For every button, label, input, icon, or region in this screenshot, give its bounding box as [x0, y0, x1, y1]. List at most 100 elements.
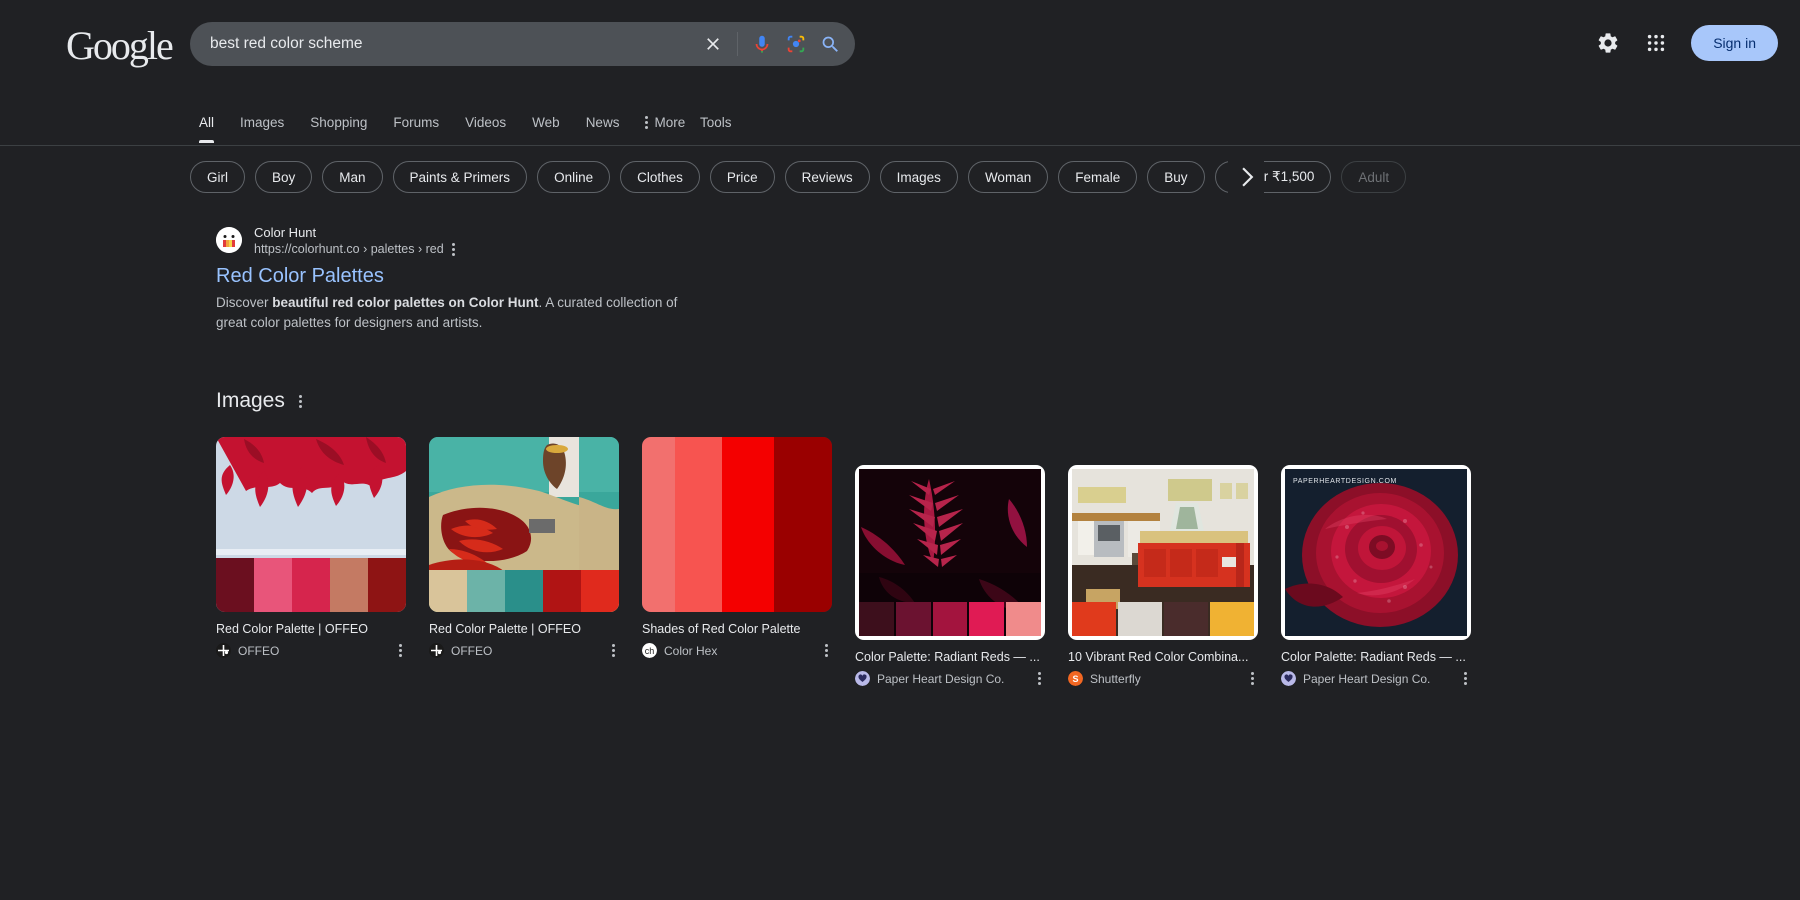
image-thumbnail[interactable]	[1068, 465, 1258, 640]
three-dot-menu-icon[interactable]	[1038, 672, 1045, 685]
filter-chip-online[interactable]: Online	[537, 161, 610, 193]
tab-label: Forums	[393, 115, 439, 130]
images-section-header: Images	[216, 389, 1800, 413]
snippet-pre: Discover	[216, 295, 272, 310]
swatch	[368, 558, 406, 612]
colorhunt-favicon-icon	[216, 227, 242, 253]
gear-icon[interactable]	[1587, 22, 1629, 64]
swatch	[216, 558, 254, 612]
result-snippet: Discover beautiful red color palettes on…	[216, 293, 686, 333]
nav-tabs: All Images Shopping Forums Videos Web Ne…	[186, 104, 698, 143]
close-icon[interactable]	[696, 27, 730, 61]
image-source-name: Paper Heart Design Co.	[1303, 672, 1457, 686]
search-bar[interactable]	[190, 22, 855, 66]
image-caption[interactable]: Color Palette: Radiant Reds — ...	[1281, 649, 1471, 665]
images-section-title: Images	[216, 389, 285, 413]
result-header: Color Hunt https://colorhunt.co › palett…	[216, 224, 816, 258]
swatch	[1118, 602, 1162, 636]
apps-grid-icon[interactable]	[1635, 22, 1677, 64]
filter-chip-man[interactable]: Man	[322, 161, 382, 193]
swatch	[1164, 602, 1208, 636]
tab-label: Web	[532, 115, 560, 130]
image-thumbnail[interactable]	[216, 437, 406, 612]
image-thumbnail[interactable]	[429, 437, 619, 612]
swatch	[429, 570, 467, 612]
filter-chip-woman[interactable]: Woman	[968, 161, 1048, 193]
filter-chip-reviews[interactable]: Reviews	[785, 161, 870, 193]
tab-videos[interactable]: Videos	[452, 104, 519, 143]
tab-forums[interactable]: Forums	[380, 104, 452, 143]
tab-news[interactable]: News	[573, 104, 633, 143]
logo-letter: G	[66, 23, 93, 68]
three-dot-menu-icon[interactable]	[1464, 672, 1471, 685]
palette-swatches	[859, 602, 1041, 636]
search-input[interactable]	[210, 35, 696, 53]
image-thumbnail[interactable]	[642, 437, 832, 612]
filter-chip-clothes[interactable]: Clothes	[620, 161, 700, 193]
image-caption[interactable]: Red Color Palette | OFFEO	[429, 621, 619, 637]
image-caption[interactable]: Shades of Red Color Palette	[642, 621, 832, 637]
tab-label: Images	[240, 115, 284, 130]
swatch	[1210, 602, 1254, 636]
tools-button[interactable]: Tools	[700, 115, 732, 130]
filter-chip-boy[interactable]: Boy	[255, 161, 312, 193]
tab-images[interactable]: Images	[227, 104, 297, 143]
filter-chip-images[interactable]: Images	[880, 161, 958, 193]
microphone-icon[interactable]	[745, 27, 779, 61]
tab-more[interactable]: More	[632, 104, 698, 143]
image-caption[interactable]: 10 Vibrant Red Color Combina...	[1068, 649, 1258, 665]
svg-text:ch: ch	[645, 646, 655, 656]
sign-in-button[interactable]: Sign in	[1691, 25, 1778, 61]
three-dot-menu-icon[interactable]	[612, 644, 619, 657]
tab-web[interactable]: Web	[519, 104, 573, 143]
three-dot-menu-icon[interactable]	[1251, 672, 1258, 685]
chevron-right-icon[interactable]	[1228, 159, 1264, 195]
filter-chip-female[interactable]: Female	[1058, 161, 1137, 193]
image-card: Color Palette: Radiant Reds — ... Paper …	[855, 465, 1045, 686]
swatch	[933, 602, 968, 636]
image-card: Red Color Palette | OFFEO OFFEO	[216, 437, 406, 686]
tab-shopping[interactable]: Shopping	[297, 104, 380, 143]
image-source-name: Color Hex	[664, 644, 818, 658]
image-card: Shades of Red Color Palette ch Color Hex	[642, 437, 832, 686]
tab-label: News	[586, 115, 620, 130]
palette-swatches	[1072, 602, 1254, 636]
tab-label: More	[654, 115, 685, 130]
image-source: OFFEO	[216, 643, 406, 658]
filter-chip-paints-primers[interactable]: Paints & Primers	[393, 161, 528, 193]
image-caption[interactable]: Red Color Palette | OFFEO	[216, 621, 406, 637]
image-source: S Shutterfly	[1068, 671, 1258, 686]
image-results-grid: Red Color Palette | OFFEO OFFEO	[216, 437, 1800, 686]
filter-chip-partial[interactable]: Adult	[1341, 161, 1406, 193]
google-lens-icon[interactable]	[779, 27, 813, 61]
image-source: OFFEO	[429, 643, 619, 658]
three-dot-menu-icon[interactable]	[299, 395, 302, 408]
image-source-name: OFFEO	[238, 644, 392, 658]
shutterfly-icon: S	[1068, 671, 1083, 686]
main-content: Color Hunt https://colorhunt.co › palett…	[0, 208, 1800, 686]
image-thumbnail[interactable]	[855, 465, 1045, 640]
three-dot-menu-icon[interactable]	[452, 243, 455, 256]
result-site-name: Color Hunt	[254, 224, 455, 241]
google-logo[interactable]: Google	[66, 26, 172, 66]
svg-text:S: S	[1072, 674, 1078, 684]
filter-chip-girl[interactable]: Girl	[190, 161, 245, 193]
filter-chip-price[interactable]: Price	[710, 161, 775, 193]
image-caption[interactable]: Color Palette: Radiant Reds — ...	[855, 649, 1045, 665]
logo-letter: l	[147, 23, 156, 68]
offeo-icon	[216, 643, 231, 658]
image-thumbnail[interactable]: PAPERHEARTDESIGN.COM	[1281, 465, 1471, 640]
page-header: Google	[0, 0, 1800, 104]
three-dot-menu-icon[interactable]	[825, 644, 832, 657]
three-dot-menu-icon[interactable]	[399, 644, 406, 657]
logo-letter: o	[111, 23, 129, 68]
result-title-link[interactable]: Red Color Palettes	[216, 263, 816, 289]
palette-swatches	[216, 558, 406, 612]
tab-label: Videos	[465, 115, 506, 130]
tab-all[interactable]: All	[186, 104, 227, 143]
filter-chip-buy[interactable]: Buy	[1147, 161, 1204, 193]
search-icon[interactable]	[813, 27, 847, 61]
swatch	[505, 570, 543, 612]
logo-letter: e	[156, 23, 172, 68]
image-source-name: Shutterfly	[1090, 672, 1244, 686]
